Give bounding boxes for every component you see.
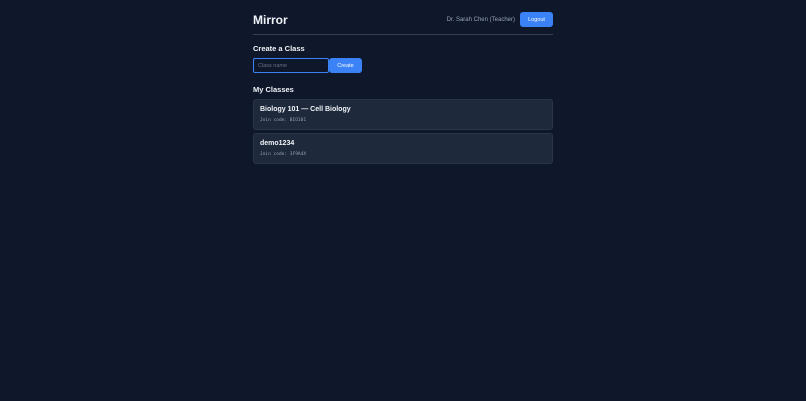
class-card[interactable]: demo1234 Join code: 3F9A4X [253, 133, 553, 164]
my-classes-heading: My Classes [253, 85, 294, 94]
join-code: Join code: 3F9A4X [260, 152, 307, 157]
class-name: demo1234 [260, 140, 295, 147]
logout-button[interactable]: Logout [520, 12, 553, 27]
create-class-button[interactable]: Create [329, 58, 362, 73]
user-name: Dr. Sarah Chen (Teacher) [446, 16, 515, 23]
create-class-form: Create [253, 58, 362, 73]
class-name: Biology 101 — Cell Biology [260, 106, 351, 113]
join-code: Join code: BIO101 [260, 118, 307, 123]
user-area: Dr. Sarah Chen (Teacher) Logout [447, 12, 553, 27]
class-card[interactable]: Biology 101 — Cell Biology Join code: BI… [253, 99, 553, 130]
create-class-heading: Create a Class [253, 44, 305, 53]
page-container: Mirror Dr. Sarah Chen (Teacher) Logout C… [253, 0, 553, 164]
class-name-input[interactable] [253, 58, 329, 73]
class-list: Biology 101 — Cell Biology Join code: BI… [253, 99, 553, 167]
header: Mirror Dr. Sarah Chen (Teacher) Logout [253, 0, 553, 35]
app-title: Mirror [253, 13, 288, 27]
